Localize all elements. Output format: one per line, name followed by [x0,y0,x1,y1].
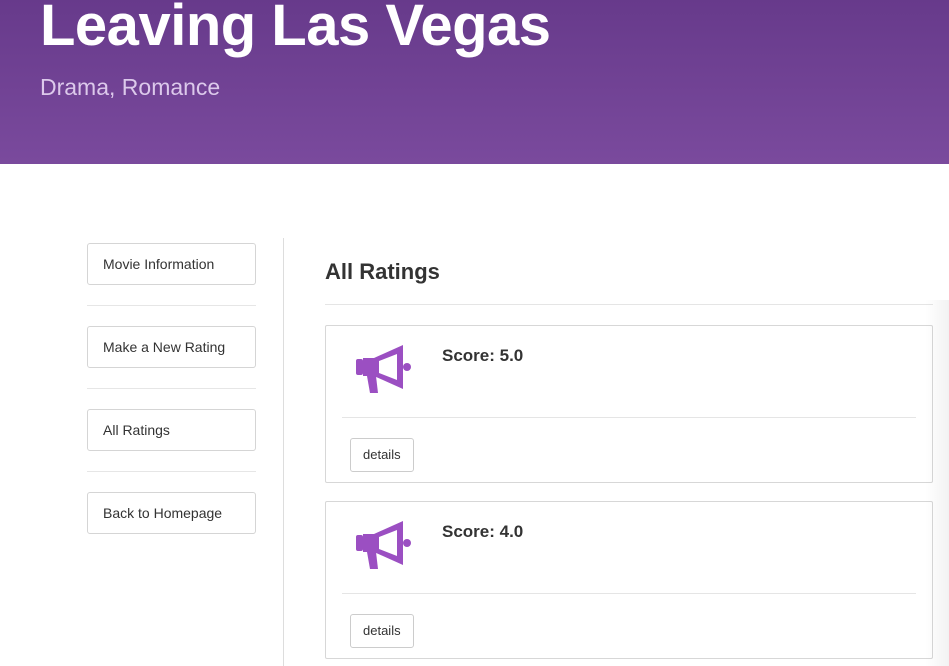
sidebar-item-all-ratings[interactable]: All Ratings [87,409,256,451]
details-button[interactable]: details [350,614,414,648]
rating-card: Score: 5.0 details [325,325,933,483]
card-divider [342,417,916,418]
page-header: Leaving Las Vegas Drama, Romance [0,0,949,164]
sidebar-item-make-new-rating[interactable]: Make a New Rating [87,326,256,368]
sidebar-item-movie-information[interactable]: Movie Information [87,243,256,285]
rating-card: Score: 4.0 details [325,501,933,659]
main-content: All Ratings Score: 5.0 details Score: 4.… [325,250,933,659]
title-divider [325,304,933,305]
movie-title: Leaving Las Vegas [40,0,551,58]
vertical-divider [283,238,284,666]
sidebar-divider [87,388,256,389]
megaphone-icon [356,345,411,393]
sidebar-nav: Movie Information Make a New Rating All … [87,243,256,534]
details-button[interactable]: details [350,438,414,472]
megaphone-icon [356,521,411,569]
movie-genres: Drama, Romance [40,74,221,100]
sidebar-item-back-to-homepage[interactable]: Back to Homepage [87,492,256,534]
sidebar-divider [87,471,256,472]
card-divider [342,593,916,594]
sidebar-divider [87,305,256,306]
rating-score: Score: 5.0 [442,346,524,365]
rating-score: Score: 4.0 [442,522,524,541]
page-title: All Ratings [325,259,440,284]
